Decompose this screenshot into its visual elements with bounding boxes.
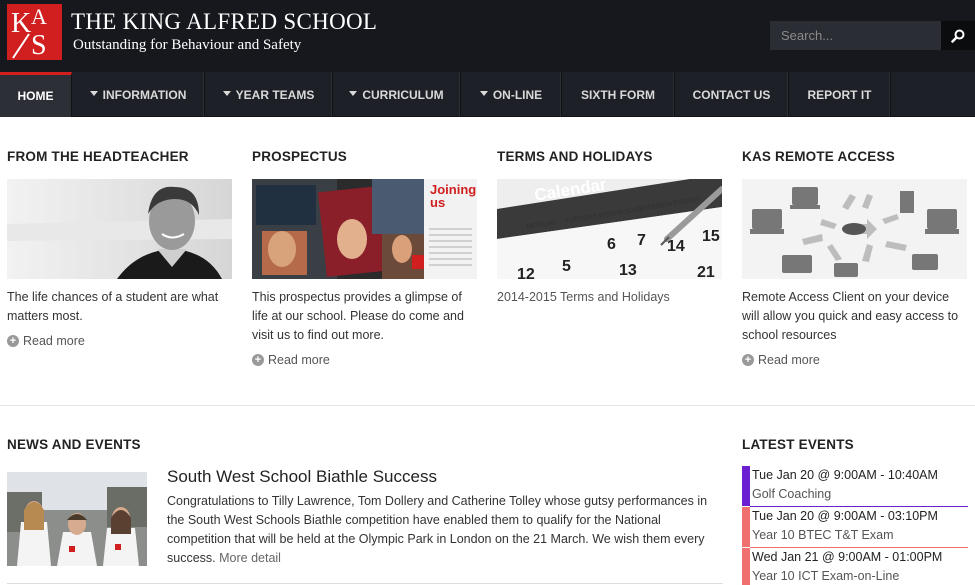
prospectus-image-heading: Joining us [430,182,477,210]
nav-label: YEAR TEAMS [235,87,315,102]
nav-label: CURRICULUM [362,87,444,102]
svg-text:6: 6 [607,236,616,253]
search-icon [951,29,965,43]
svg-text:5: 5 [562,258,571,275]
feature-text: This prospectus provides a glimpse of li… [252,290,464,342]
svg-text:A: A [31,4,47,29]
prospectus-image[interactable]: Joining us [252,179,477,279]
nav-label: REPORT IT [807,87,872,102]
plus-circle-icon: + [252,354,264,366]
event-item[interactable]: Wed Jan 21 @ 9:00AM - 01:00PM Year 10 IC… [742,548,968,585]
caret-down-icon [222,91,231,96]
event-title: Year 10 BTEC T&T Exam [752,528,894,542]
news-title-link[interactable]: South West School Biathle Success [167,467,437,487]
event-color-bar [742,507,750,547]
news-photo[interactable] [7,472,147,566]
school-logo[interactable]: K A S [7,4,62,60]
section-divider [0,405,975,406]
svg-text:12: 12 [517,266,535,279]
event-item[interactable]: Tue Jan 20 @ 9:00AM - 03:10PM Year 10 BT… [742,507,968,548]
nav-item-information[interactable]: INFORMATION [72,72,205,117]
event-datetime: Wed Jan 21 @ 9:00AM - 01:00PM [752,550,943,564]
events-section-title: LATEST EVENTS [742,437,854,452]
event-title: Golf Coaching [752,487,832,501]
nav-label: ON-LINE [492,87,543,102]
nav-item-on-line[interactable]: ON-LINE [461,72,562,117]
svg-text:7: 7 [637,232,646,249]
read-more-link[interactable]: + Read more [252,353,478,367]
feature-terms-holidays: TERMS AND HOLIDAYS MONDAY TUESDAY WEDNES… [497,149,723,307]
nav-item-curriculum[interactable]: CURRICULUM [333,72,461,117]
feature-title[interactable]: TERMS AND HOLIDAYS [497,149,723,169]
feature-remote-access: KAS REMOTE ACCESS Remote Access Client o… [742,149,968,367]
news-divider [7,583,723,584]
nav-item-home[interactable]: HOME [0,72,72,117]
network-diagram-image[interactable] [742,179,967,279]
svg-text:15: 15 [702,228,720,245]
nav-item-report-it[interactable]: REPORT IT [789,72,891,117]
caret-down-icon [349,91,358,96]
read-more-label: Read more [758,353,820,367]
terms-link[interactable]: 2014-2015 Terms and Holidays [497,288,723,307]
plus-circle-icon: + [7,335,19,347]
search-button[interactable] [941,21,975,50]
svg-text:21: 21 [697,264,715,279]
news-section-title: NEWS AND EVENTS [7,437,141,452]
svg-text:S: S [31,30,47,60]
caret-down-icon [89,91,98,96]
news-body: Congratulations to Tilly Lawrence, Tom D… [167,492,723,568]
main-navigation: HOME INFORMATION YEAR TEAMS CURRICULUM O… [0,72,975,117]
feature-title[interactable]: PROSPECTUS [252,149,478,169]
event-datetime: Tue Jan 20 @ 9:00AM - 03:10PM [752,509,938,523]
feature-prospectus: PROSPECTUS Joining us This prospectus pr… [252,149,478,367]
read-more-label: Read more [268,353,330,367]
nav-label: CONTACT US [692,87,771,102]
event-item[interactable]: Tue Jan 20 @ 9:00AM - 10:40AM Golf Coach… [742,466,968,507]
nav-label: INFORMATION [102,87,187,102]
school-tagline: Outstanding for Behaviour and Safety [73,37,302,53]
plus-circle-icon: + [742,354,754,366]
event-color-bar [742,466,750,506]
nav-label: SIXTH FORM [581,87,655,102]
search-input[interactable] [770,21,941,50]
read-more-link[interactable]: + Read more [7,334,233,348]
event-color-bar [742,548,750,585]
nav-item-sixth-form[interactable]: SIXTH FORM [562,72,675,117]
read-more-link[interactable]: + Read more [742,353,968,367]
feature-title[interactable]: FROM THE HEADTEACHER [7,149,233,169]
caret-down-icon [479,91,488,96]
event-datetime: Tue Jan 20 @ 9:00AM - 10:40AM [752,468,938,482]
feature-title[interactable]: KAS REMOTE ACCESS [742,149,968,169]
headteacher-photo[interactable] [7,179,232,279]
feature-text: The life chances of a student are what m… [7,290,219,323]
calendar-image[interactable]: MONDAY TUESDAY WEDNESDAY THURSDAY FRIDAY… [497,179,722,279]
nav-item-contact-us[interactable]: CONTACT US [675,72,789,117]
read-more-label: Read more [23,334,85,348]
site-header: K A S THE KING ALFRED SCHOOL Outstanding… [0,0,975,72]
more-detail-link[interactable]: More detail [219,551,281,565]
svg-text:13: 13 [619,262,637,279]
feature-text: Remote Access Client on your device will… [742,290,959,342]
feature-headteacher: FROM THE HEADTEACHER The life chances of… [7,149,233,348]
event-title: Year 10 ICT Exam-on-Line [752,569,900,583]
nav-item-year-teams[interactable]: YEAR TEAMS [205,72,333,117]
school-name[interactable]: THE KING ALFRED SCHOOL [71,9,377,35]
nav-label: HOME [17,89,54,103]
